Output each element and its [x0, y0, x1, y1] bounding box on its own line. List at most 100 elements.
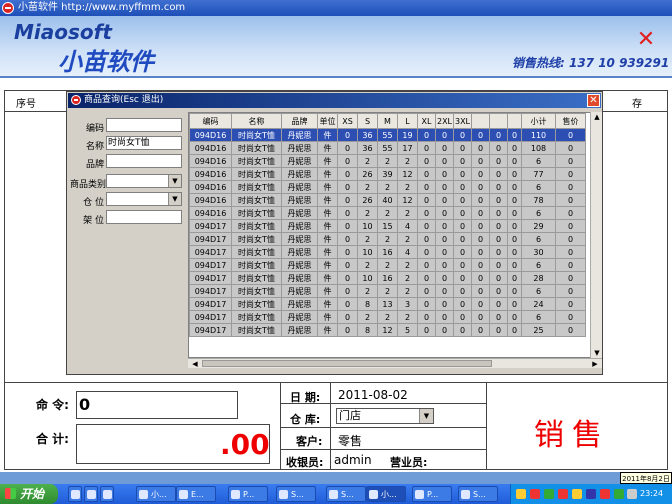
tray-icon[interactable] [516, 489, 526, 499]
grid-row[interactable]: 094D17 时尚女T恤 丹妮思件 0 10 15 4 0 0 0 0 0 0 29 0 [189, 219, 586, 233]
sales-hotline: 销售热线: 137 10 939291 [512, 56, 670, 70]
taskbar-window-button[interactable]: P... [412, 486, 452, 502]
grid-cell: 0 [471, 271, 490, 285]
grid-column-header[interactable]: XS [337, 113, 358, 129]
ie-quicklaunch-icon[interactable] [84, 486, 98, 502]
grid-cell: 件 [317, 154, 338, 168]
scroll-right-icon[interactable]: ▶ [590, 359, 600, 369]
vertical-scrollbar[interactable]: ▲ ▼ [590, 112, 602, 358]
grid-row[interactable]: 094D17 时尚女T恤 丹妮思件 0 2 2 2 0 0 0 0 0 0 6 0 [189, 232, 586, 246]
taskbar-window-button[interactable]: 小... [366, 486, 406, 502]
grid-cell: 10 [357, 219, 378, 233]
tray-icon[interactable] [627, 489, 637, 499]
grid-column-header[interactable]: 售价 [555, 113, 586, 129]
grid-column-header[interactable]: 编码 [189, 113, 232, 129]
grid-row[interactable]: 094D16 时尚女T恤 丹妮思件 0 36 55 19 0 0 0 0 0 0 110 0 [189, 128, 586, 142]
taskbar-window-button[interactable]: P... [228, 486, 268, 502]
grid-cell: 0 [453, 180, 472, 194]
app-close-button[interactable]: ✕ [636, 29, 656, 51]
grid-column-header[interactable]: M [377, 113, 398, 129]
grid-row[interactable]: 094D17 时尚女T恤 丹妮思件 0 2 2 2 0 0 0 0 0 0 6 0 [189, 310, 586, 324]
grid-row[interactable]: 094D16 时尚女T恤 丹妮思件 0 2 2 2 0 0 0 0 0 0 6 0 [189, 206, 586, 220]
grid-column-header[interactable]: 2XL [435, 113, 454, 129]
tray-icon[interactable] [572, 489, 582, 499]
tray-icon[interactable] [544, 489, 554, 499]
command-input[interactable]: 0 [76, 391, 238, 419]
grid-column-header[interactable]: L [397, 113, 418, 129]
grid-cell: 0 [435, 232, 454, 246]
grid-cell: 0 [471, 297, 490, 311]
category-select[interactable]: ▼ [106, 174, 182, 188]
grid-cell: 丹妮思 [281, 193, 318, 207]
tray-icon[interactable] [530, 489, 540, 499]
grid-row[interactable]: 094D17 时尚女T恤 丹妮思件 0 2 2 2 0 0 0 0 0 0 6 0 [189, 258, 586, 272]
grid-row[interactable]: 094D16 时尚女T恤 丹妮思件 0 2 2 2 0 0 0 0 0 0 6 0 [189, 180, 586, 194]
chevron-down-icon[interactable]: ▼ [168, 193, 181, 205]
product-grid[interactable]: 编码 名称 品牌 单位 XS S M L XL 2XL 3XL 小计 售价 094D16 时尚女T恤 丹妮思… [188, 112, 602, 358]
tray-icon[interactable] [600, 489, 610, 499]
grid-row[interactable]: 094D17 时尚女T恤 丹妮思件 0 8 12 5 0 0 0 0 0 0 25 0 [189, 323, 586, 337]
name-input[interactable]: 时尚女T恤 [106, 136, 182, 150]
mode-indicator: 销售 [534, 418, 610, 453]
grid-column-header[interactable] [507, 113, 522, 129]
tray-icon[interactable] [614, 489, 624, 499]
grid-row[interactable]: 094D16 时尚女T恤 丹妮思件 0 26 40 12 0 0 0 0 0 0 78 0 [189, 193, 586, 207]
grid-cell: 0 [337, 323, 358, 337]
dialog-close-button[interactable]: ✕ [587, 94, 600, 107]
grid-row[interactable]: 094D16 时尚女T恤 丹妮思件 0 2 2 2 0 0 0 0 0 0 6 0 [189, 154, 586, 168]
grid-row[interactable]: 094D17 时尚女T恤 丹妮思件 0 10 16 2 0 0 0 0 0 0 28 0 [189, 271, 586, 285]
grid-column-header[interactable] [489, 113, 508, 129]
grid-cell: 0 [453, 297, 472, 311]
taskbar-window-button[interactable]: S... [276, 486, 316, 502]
grid-column-header[interactable]: 3XL [453, 113, 472, 129]
grid-row[interactable]: 094D16 时尚女T恤 丹妮思件 0 26 39 12 0 0 0 0 0 0 77 0 [189, 167, 586, 181]
taskbar-window-button[interactable]: S... [458, 486, 498, 502]
grid-row[interactable]: 094D16 时尚女T恤 丹妮思件 0 36 55 17 0 0 0 0 0 0 108 0 [189, 141, 586, 155]
grid-row[interactable]: 094D17 时尚女T恤 丹妮思件 0 8 13 3 0 0 0 0 0 0 24 0 [189, 297, 586, 311]
grid-cell: 丹妮思 [281, 310, 318, 324]
grid-column-header[interactable]: 品牌 [281, 113, 318, 129]
grid-column-header[interactable]: 单位 [317, 113, 338, 129]
grid-column-header[interactable]: 名称 [231, 113, 282, 129]
taskbar-window-button[interactable]: S... [326, 486, 366, 502]
folder-quicklaunch-icon[interactable] [100, 486, 114, 502]
code-input[interactable] [106, 118, 182, 132]
taskbar-window-button[interactable]: 小... [136, 486, 176, 502]
grid-cell: 0 [337, 154, 358, 168]
warehouse-select[interactable]: ▼ [106, 192, 182, 206]
scroll-left-icon[interactable]: ◀ [190, 359, 200, 369]
dialog-icon [71, 95, 81, 105]
shelf-input[interactable] [106, 210, 182, 224]
scroll-down-icon[interactable]: ▼ [592, 348, 602, 358]
grid-cell: 5 [397, 323, 418, 337]
grid-row[interactable]: 094D17 时尚女T恤 丹妮思件 0 10 16 4 0 0 0 0 0 0 30 0 [189, 245, 586, 259]
scroll-up-icon[interactable]: ▲ [592, 112, 602, 122]
grid-column-header[interactable] [471, 113, 490, 129]
grid-cell: 时尚女T恤 [231, 310, 282, 324]
grid-column-header[interactable]: S [357, 113, 378, 129]
taskbar-window-button[interactable]: E... [176, 486, 216, 502]
grid-cell: 0 [507, 271, 522, 285]
grid-cell: 0 [507, 219, 522, 233]
grid-cell: 0 [453, 232, 472, 246]
grid-cell: 094D17 [189, 323, 232, 337]
grid-column-header[interactable]: XL [417, 113, 436, 129]
ie-quicklaunch-icon[interactable] [68, 486, 82, 502]
grid-cell: 0 [435, 180, 454, 194]
grid-cell: 094D16 [189, 193, 232, 207]
warehouse-select-bottom[interactable]: 门店 ▼ [336, 408, 434, 424]
horizontal-scrollbar[interactable]: ◀ ▶ [188, 358, 602, 368]
grid-cell: 0 [555, 258, 586, 272]
brand-input[interactable] [106, 154, 182, 168]
chevron-down-icon[interactable]: ▼ [419, 409, 433, 423]
grid-cell: 0 [555, 128, 586, 142]
chevron-down-icon[interactable]: ▼ [168, 175, 181, 187]
start-button[interactable]: 开始 [0, 484, 58, 504]
tray-icon[interactable] [558, 489, 568, 499]
grid-row[interactable]: 094D17 时尚女T恤 丹妮思件 0 2 2 2 0 0 0 0 0 0 6 0 [189, 284, 586, 298]
grid-cell: 0 [453, 167, 472, 181]
grid-column-header[interactable]: 小计 [521, 113, 556, 129]
scroll-thumb[interactable] [202, 360, 492, 367]
grid-cell: 件 [317, 141, 338, 155]
tray-icon[interactable] [586, 489, 596, 499]
